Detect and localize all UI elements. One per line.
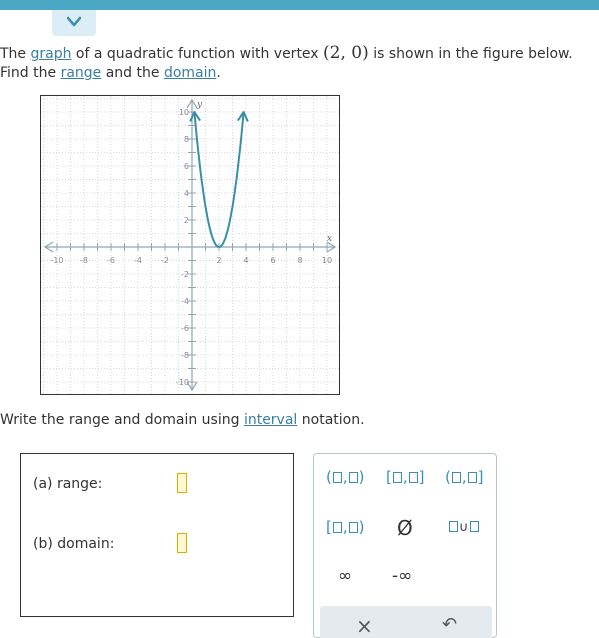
y-tick-label: 2 (184, 216, 189, 225)
x-tick-label: 8 (297, 256, 302, 265)
question-text: . (216, 65, 221, 81)
y-tick-label: -10 (176, 378, 189, 387)
instruction-text: notation. (297, 412, 365, 428)
vertex-value: (2, 0) (323, 43, 369, 63)
half-open-left-interval-button[interactable]: [,) (326, 518, 365, 536)
math-palette: (,) [,] (,] [,) Ø ∪ ∞ -∞ × ↶ (313, 453, 497, 638)
question-text: and the (101, 65, 164, 81)
x-tick-label: -10 (50, 256, 63, 265)
instruction-line: Write the range and domain using interva… (0, 410, 365, 430)
x-tick-label: -6 (107, 256, 115, 265)
domain-label: (b) domain: (33, 536, 115, 552)
domain-input[interactable] (177, 533, 187, 553)
y-tick-label: 6 (184, 162, 189, 171)
x-tick-label: -8 (80, 256, 88, 265)
infinity-button[interactable]: ∞ (338, 566, 352, 586)
y-tick-label: -4 (181, 297, 189, 306)
y-tick-label: 8 (184, 135, 189, 144)
chevron-down-icon (66, 16, 82, 27)
question-text: Find the (0, 65, 61, 81)
y-tick-label: 10 (179, 108, 189, 117)
negative-infinity-button[interactable]: -∞ (392, 566, 412, 586)
graph-link[interactable]: graph (31, 46, 72, 62)
y-tick-label: 4 (184, 189, 189, 198)
graph-frame: -10 -8 -6 -4 -2 2 4 6 8 10 10 8 6 4 2 -2 -4 -6 -8 -10 x y (40, 95, 340, 395)
range-link[interactable]: range (61, 65, 102, 81)
answer-box: (a) range: (b) domain: (20, 453, 294, 617)
quadratic-graph: -10 -8 -6 -4 -2 2 4 6 8 10 10 8 6 4 2 -2 -4 -6 -8 -10 x y (41, 96, 339, 394)
closed-interval-button[interactable]: [,] (386, 468, 425, 486)
y-tick-label: -2 (181, 270, 189, 279)
x-tick-label: 4 (243, 256, 248, 265)
question-line-1: The graph of a quadratic function with v… (0, 43, 573, 64)
question-text: The (0, 46, 31, 62)
x-axis-label: x (327, 234, 332, 244)
union-button[interactable]: ∪ (448, 520, 480, 535)
y-tick-label: -8 (181, 351, 189, 360)
undo-icon[interactable]: ↶ (442, 614, 457, 635)
collapse-toggle[interactable] (52, 10, 96, 36)
y-axis-label: y (196, 100, 203, 110)
half-open-right-interval-button[interactable]: (,] (445, 468, 484, 486)
x-tick-label: 10 (322, 256, 332, 265)
question-text: is shown in the figure below. (368, 46, 573, 62)
top-accent-bar (0, 0, 599, 10)
palette-action-bar: × ↶ (320, 606, 492, 638)
x-tick-label: -4 (134, 256, 142, 265)
clear-button[interactable]: × (356, 614, 373, 638)
instruction-text: Write the range and domain using (0, 412, 244, 428)
question-text: of a quadratic function with vertex (71, 46, 324, 62)
x-tick-label: 6 (270, 256, 275, 265)
range-label: (a) range: (33, 476, 103, 492)
x-tick-label: -2 (161, 256, 169, 265)
y-tick-label: -6 (181, 324, 189, 333)
question-line-2: Find the range and the domain. (0, 63, 221, 83)
range-input[interactable] (177, 473, 187, 493)
x-tick-label: 2 (216, 256, 221, 265)
empty-set-button[interactable]: Ø (397, 516, 413, 540)
interval-link[interactable]: interval (244, 412, 297, 428)
domain-link[interactable]: domain (164, 65, 216, 81)
open-interval-button[interactable]: (,) (326, 468, 365, 486)
